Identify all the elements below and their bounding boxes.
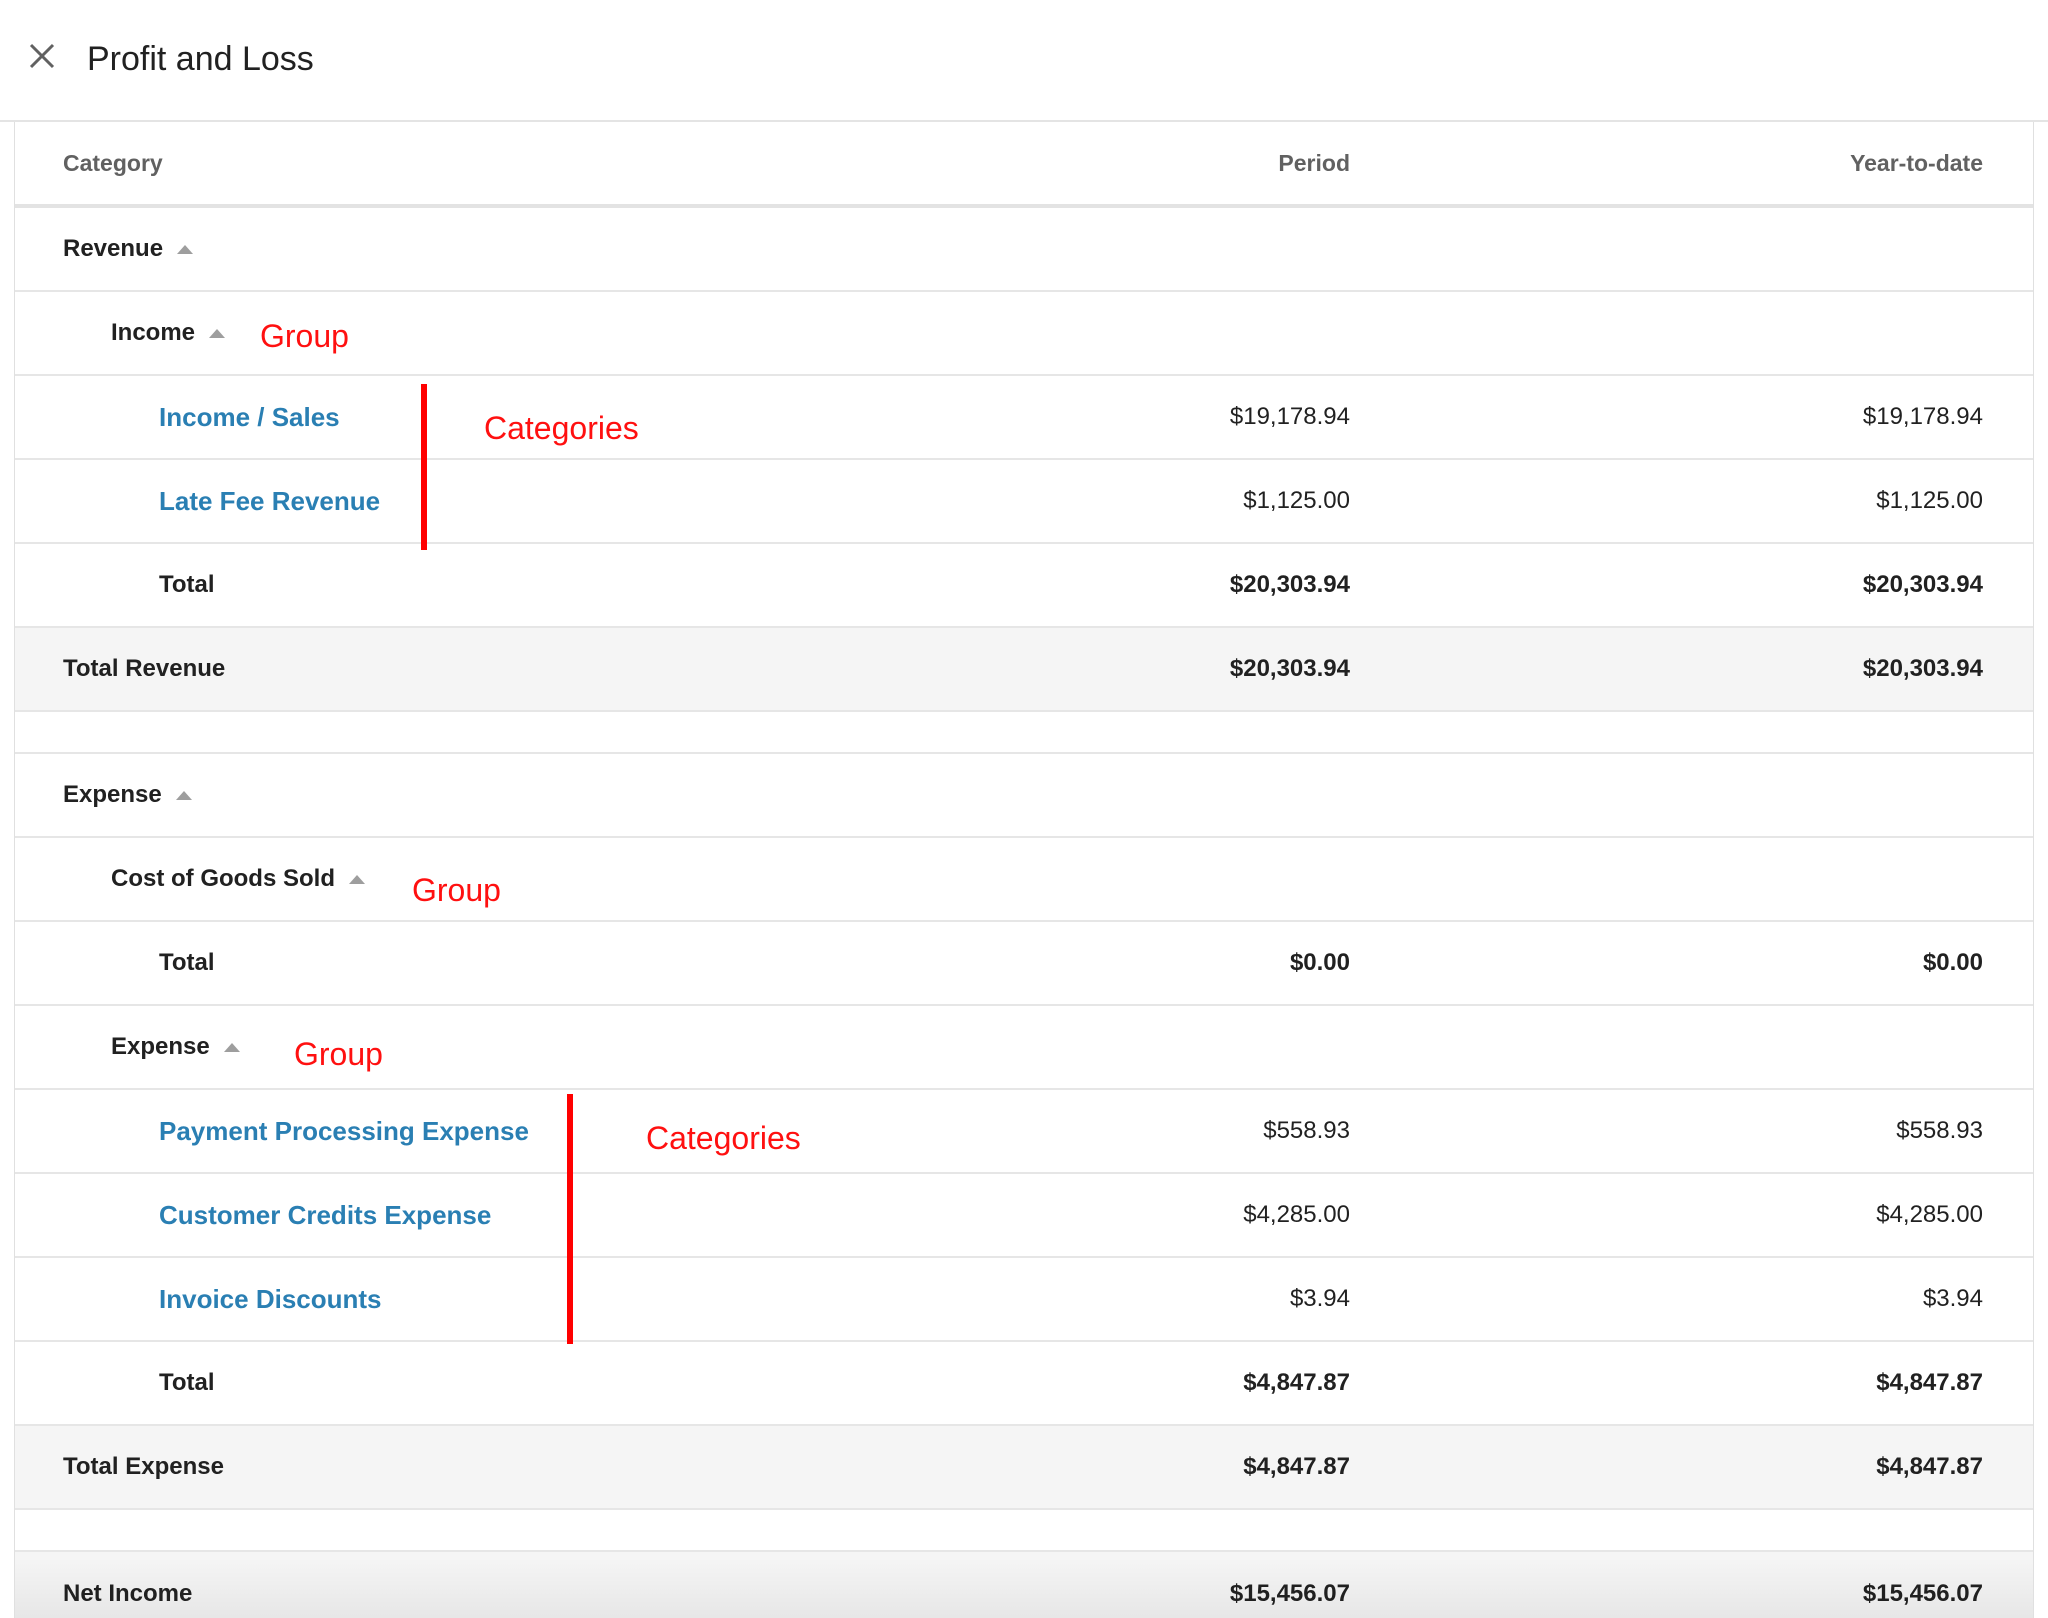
- annotation-categories-label: Categories: [646, 1120, 801, 1156]
- collapse-caret-icon[interactable]: [209, 328, 226, 338]
- ytd-value: $15,456.07: [1862, 1580, 1983, 1607]
- net-income-row: Net Income $15,456.07 $15,456.07: [15, 1552, 2033, 1618]
- column-header-category: Category: [63, 149, 163, 176]
- section-total-label: Total Expense: [63, 1453, 224, 1480]
- ytd-value: $4,847.87: [1876, 1369, 1983, 1396]
- period-value: $4,847.87: [1243, 1453, 1350, 1480]
- annotation-bracket-line: [421, 384, 427, 550]
- section-total-label: Total Revenue: [63, 655, 226, 682]
- annotation-categories-label: Categories: [484, 410, 639, 446]
- column-header-ytd: Year-to-date: [1850, 149, 1983, 176]
- spacer-row: [15, 1510, 2033, 1552]
- net-income-label: Net Income: [63, 1580, 193, 1607]
- collapse-caret-icon[interactable]: [348, 874, 365, 884]
- period-value: $558.93: [1263, 1117, 1350, 1144]
- category-link-payment-processing-expense[interactable]: Payment Processing Expense: [159, 1116, 529, 1147]
- ytd-value: $4,847.87: [1876, 1453, 1983, 1480]
- category-row: Payment Processing Expense $558.93 $558.…: [15, 1090, 2033, 1174]
- collapse-caret-icon[interactable]: [175, 790, 192, 800]
- top-bar: Profit and Loss: [0, 0, 2048, 122]
- ytd-value: $558.93: [1896, 1117, 1983, 1144]
- category-row: Invoice Discounts $3.94 $3.94: [15, 1258, 2033, 1342]
- group-total-row: Total $4,847.87 $4,847.87: [15, 1342, 2033, 1426]
- period-value: $3.94: [1289, 1285, 1350, 1312]
- category-link-income-sales[interactable]: Income / Sales: [159, 402, 340, 433]
- section-row-expense: Expense: [15, 754, 2033, 838]
- category-row: Late Fee Revenue $1,125.00 $1,125.00: [15, 460, 2033, 544]
- period-value: $15,456.07: [1229, 1580, 1350, 1607]
- ytd-value: $20,303.94: [1862, 655, 1983, 682]
- group-total-label: Total: [159, 1369, 215, 1396]
- group-label-expense: Expense: [111, 1033, 210, 1060]
- close-button[interactable]: [22, 36, 62, 76]
- ytd-value: $20,303.94: [1862, 571, 1983, 598]
- ytd-value: $4,285.00: [1876, 1201, 1983, 1228]
- period-value: $4,847.87: [1243, 1369, 1350, 1396]
- collapse-caret-icon[interactable]: [177, 244, 194, 254]
- annotation-bracket-line: [567, 1094, 573, 1344]
- group-row-cogs: Cost of Goods Sold: [15, 838, 2033, 922]
- ytd-value: $1,125.00: [1876, 487, 1983, 514]
- close-icon: [29, 43, 55, 69]
- period-value: $0.00: [1289, 949, 1350, 976]
- category-link-invoice-discounts[interactable]: Invoice Discounts: [159, 1284, 382, 1315]
- page-title: Profit and Loss: [87, 40, 314, 78]
- annotation-group-label: Group: [412, 872, 501, 908]
- column-header-period: Period: [1278, 149, 1350, 176]
- ytd-value: $0.00: [1922, 949, 1983, 976]
- section-label-revenue: Revenue: [63, 235, 164, 262]
- period-value: $1,125.00: [1243, 487, 1350, 514]
- annotation-group-label: Group: [294, 1036, 383, 1072]
- period-value: $20,303.94: [1229, 571, 1350, 598]
- table-header-row: Category Period Year-to-date: [15, 122, 2033, 208]
- annotation-group-label: Group: [260, 318, 349, 354]
- section-total-row-revenue: Total Revenue $20,303.94 $20,303.94: [15, 628, 2033, 712]
- section-total-row-expense: Total Expense $4,847.87 $4,847.87: [15, 1426, 2033, 1510]
- group-label-cogs: Cost of Goods Sold: [111, 865, 335, 892]
- collapse-caret-icon[interactable]: [223, 1042, 240, 1052]
- period-value: $4,285.00: [1243, 1201, 1350, 1228]
- group-total-row: Total $0.00 $0.00: [15, 922, 2033, 1006]
- group-total-row: Total $20,303.94 $20,303.94: [15, 544, 2033, 628]
- group-total-label: Total: [159, 949, 215, 976]
- ytd-value: $19,178.94: [1862, 403, 1983, 430]
- group-total-label: Total: [159, 571, 215, 598]
- category-row: Customer Credits Expense $4,285.00 $4,28…: [15, 1174, 2033, 1258]
- category-link-customer-credits-expense[interactable]: Customer Credits Expense: [159, 1200, 491, 1231]
- category-row: Income / Sales $19,178.94 $19,178.94: [15, 376, 2033, 460]
- spacer-row: [15, 712, 2033, 754]
- period-value: $19,178.94: [1229, 403, 1350, 430]
- section-label-expense: Expense: [63, 781, 162, 808]
- category-link-late-fee-revenue[interactable]: Late Fee Revenue: [159, 486, 380, 517]
- group-label-income: Income: [111, 319, 196, 346]
- section-row-revenue: Revenue: [15, 208, 2033, 292]
- ytd-value: $3.94: [1922, 1285, 1983, 1312]
- period-value: $20,303.94: [1229, 655, 1350, 682]
